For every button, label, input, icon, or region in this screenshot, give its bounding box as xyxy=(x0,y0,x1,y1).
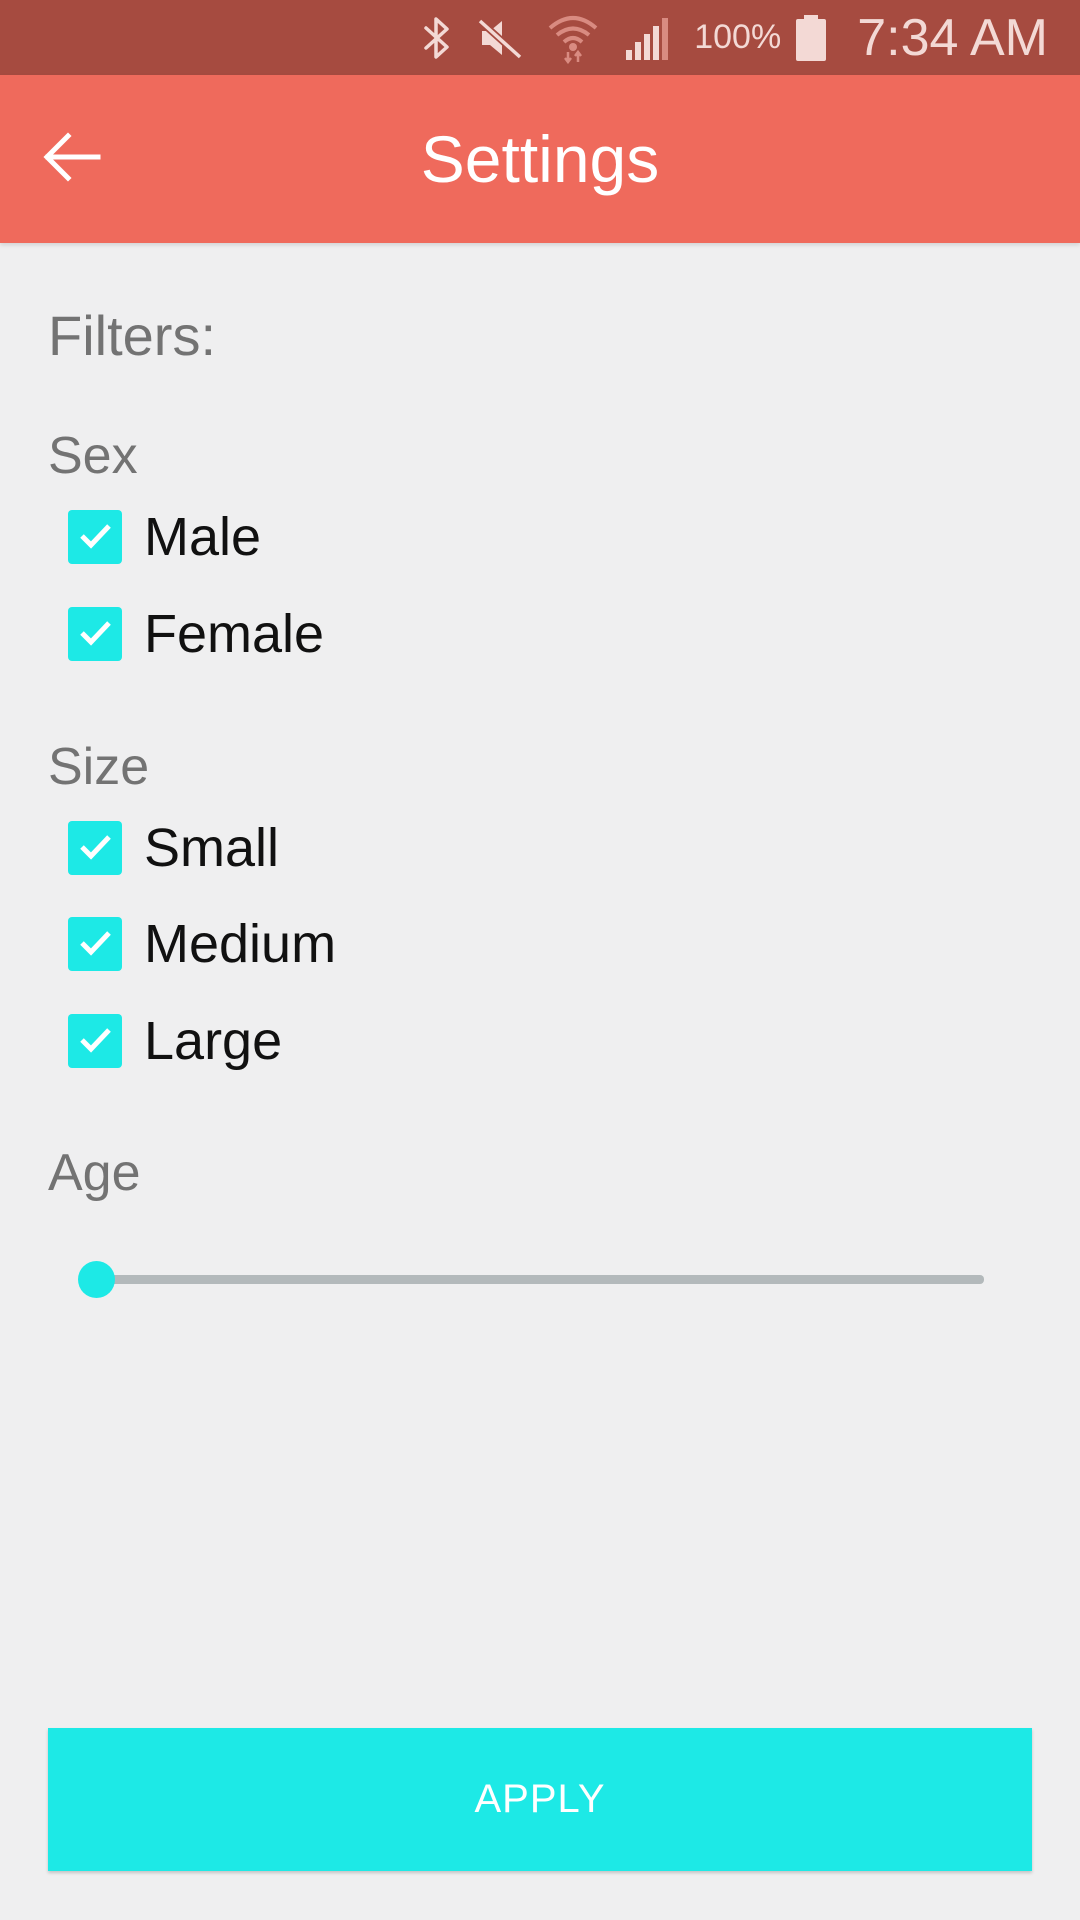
checkbox-large[interactable]: Large xyxy=(68,1006,282,1076)
checkmark-icon xyxy=(75,1019,115,1064)
filters-title: Filters: xyxy=(48,304,216,367)
status-bar: 100% 7:34 AM xyxy=(0,0,1080,75)
checkbox-female-box[interactable] xyxy=(68,607,122,661)
checkbox-small-box[interactable] xyxy=(68,821,122,875)
checkbox-small[interactable]: Small xyxy=(68,813,279,883)
age-slider-track[interactable] xyxy=(96,1275,984,1284)
checkmark-icon xyxy=(75,826,115,871)
back-button[interactable] xyxy=(30,117,114,201)
checkbox-male-label: Male xyxy=(144,507,262,567)
signal-icon xyxy=(622,14,672,62)
checkbox-small-label: Small xyxy=(144,818,280,878)
size-section-label: Size xyxy=(48,738,150,796)
checkmark-icon xyxy=(75,515,115,560)
battery-percentage: 100% xyxy=(694,18,782,56)
checkbox-medium-label: Medium xyxy=(144,914,337,974)
app-bar: Settings xyxy=(0,75,1080,243)
apply-button[interactable]: APPLY xyxy=(48,1728,1032,1871)
checkbox-male-box[interactable] xyxy=(68,510,122,564)
battery-icon xyxy=(793,14,829,62)
age-section-label: Age xyxy=(48,1144,141,1202)
bluetooth-icon xyxy=(420,15,454,61)
status-icons: 100% 7:34 AM xyxy=(420,0,1048,75)
checkbox-large-label: Large xyxy=(144,1011,283,1071)
status-time: 7:34 AM xyxy=(857,8,1048,67)
checkbox-male[interactable]: Male xyxy=(68,502,261,572)
age-slider-thumb[interactable] xyxy=(78,1261,115,1298)
checkmark-icon xyxy=(75,612,115,657)
checkbox-large-box[interactable] xyxy=(68,1014,122,1068)
checkbox-female-label: Female xyxy=(144,604,325,664)
sex-section-label: Sex xyxy=(48,427,138,485)
checkmark-icon xyxy=(75,922,115,967)
checkbox-medium-box[interactable] xyxy=(68,917,122,971)
wifi-icon xyxy=(546,12,600,64)
mute-icon xyxy=(476,15,524,61)
checkbox-female[interactable]: Female xyxy=(68,599,324,669)
arrow-left-icon xyxy=(40,129,104,190)
checkbox-medium[interactable]: Medium xyxy=(68,909,336,979)
age-slider[interactable] xyxy=(78,1259,984,1299)
page-title: Settings xyxy=(420,122,660,196)
